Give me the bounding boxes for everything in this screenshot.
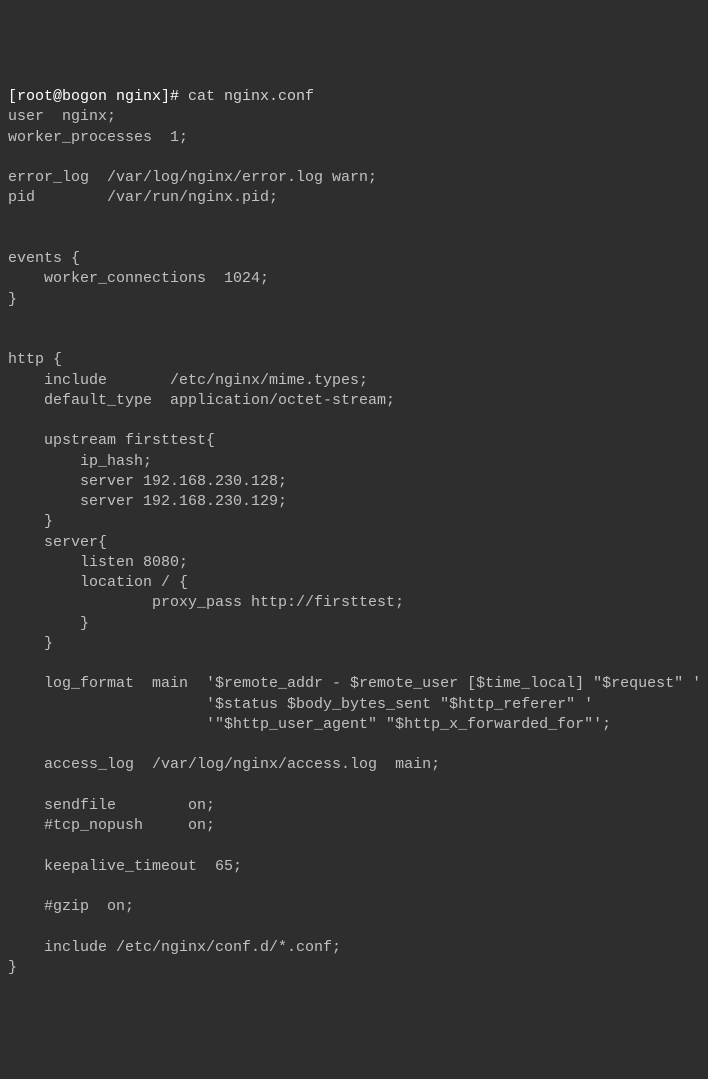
terminal-prompt: [root@bogon nginx]# [8,88,188,105]
terminal-command: cat nginx.conf [188,88,314,105]
terminal-output: [root@bogon nginx]# cat nginx.conf user … [8,87,700,978]
terminal-file-content: user nginx; worker_processes 1; error_lo… [8,108,701,976]
